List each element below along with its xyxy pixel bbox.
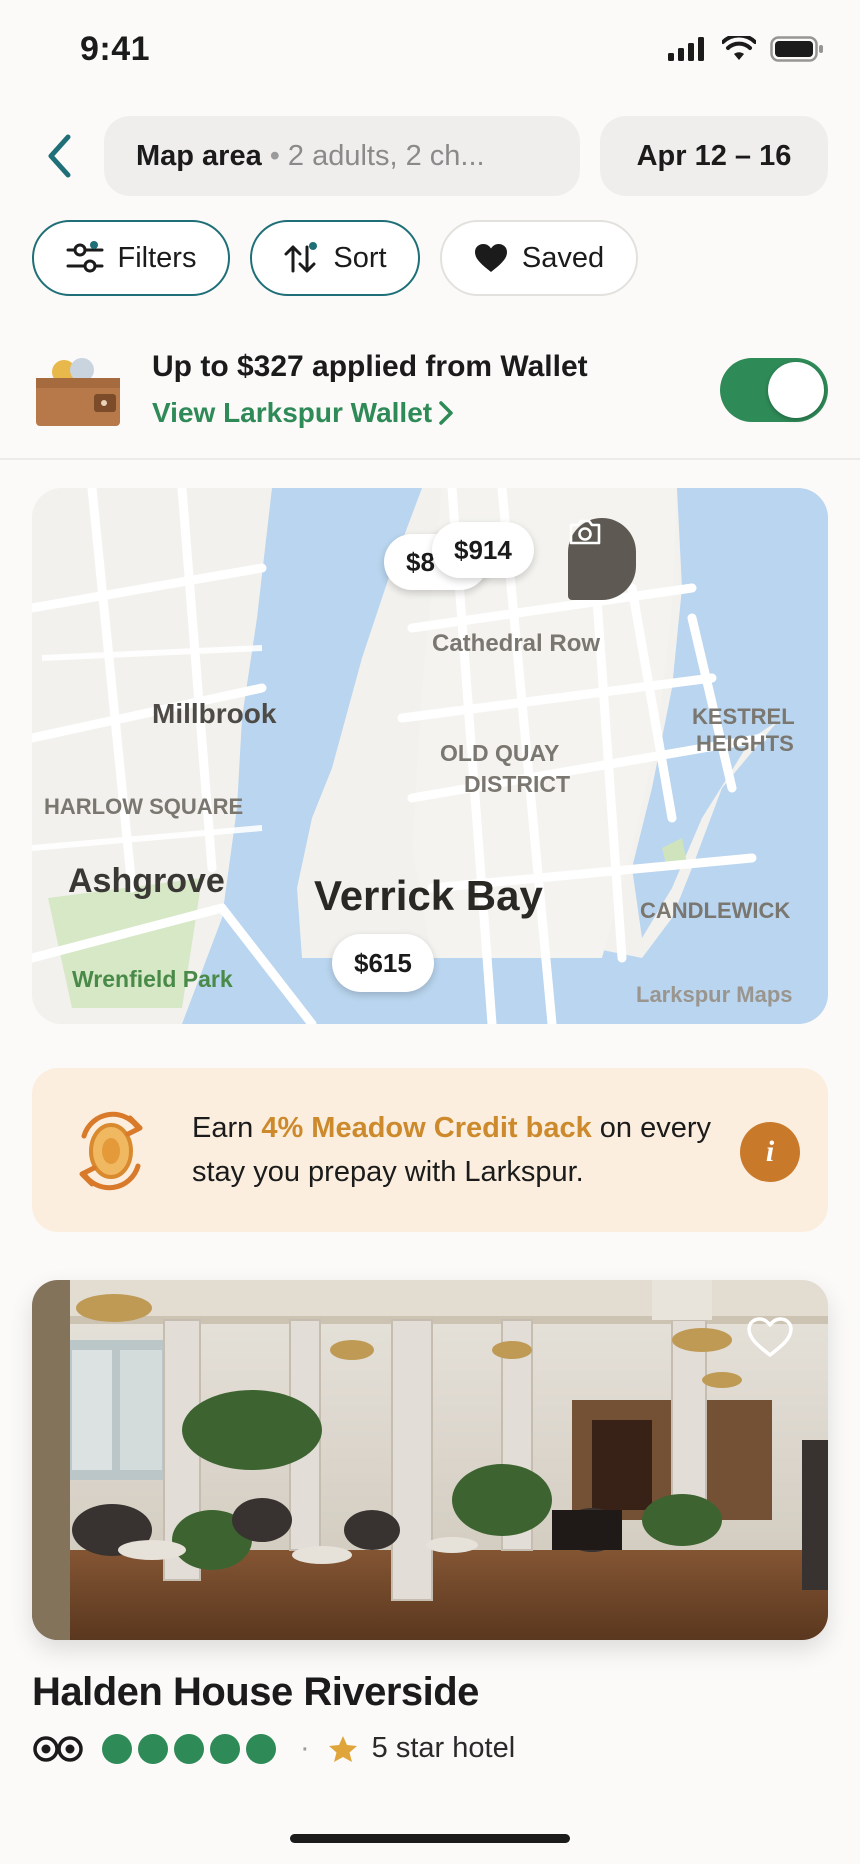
hotel-photo-image [32,1280,828,1640]
wallet-icon [34,356,122,428]
search-location: Map area [136,139,262,172]
rating-dot [210,1733,240,1764]
hotel-class: 5 star hotel [371,1732,516,1764]
map-label-verrick-bay: Verrick Bay [314,872,543,919]
map-label-kestrel-2: HEIGHTS [696,731,794,756]
status-time: 9:41 [80,30,151,68]
chevron-right-icon [439,401,453,425]
sort-label: Sort [333,241,387,274]
info-button[interactable]: i [740,1122,800,1182]
saved-button[interactable]: Saved [440,220,638,296]
map-label-cathedral-row: Cathedral Row [432,630,601,657]
photo-pin[interactable] [568,518,636,600]
credit-back-icon [79,1111,143,1191]
camera-icon [569,519,601,545]
rating-row: · 5 star hotel [32,1732,515,1765]
hotel-photo[interactable] [32,1280,828,1640]
divider [0,458,860,460]
tripadvisor-owl-icon [33,1735,83,1762]
filters-icon [66,241,104,273]
back-button[interactable] [40,128,80,184]
map-label-wrenfield-park: Wrenfield Park [72,966,233,992]
cellular-signal-icon [668,37,704,61]
search-separator: • [269,139,280,172]
star-icon [328,1735,357,1762]
home-indicator[interactable] [290,1834,570,1843]
promo-text: Earn 4% Meadow Credit back on every stay… [192,1106,752,1194]
credit-promo-banner: Earn 4% Meadow Credit back on every stay… [32,1068,828,1232]
map-label-old-quay-2: DISTRICT [464,771,571,797]
view-wallet-link[interactable]: View Larkspur Wallet [152,397,454,429]
rating-separator: · [300,1732,310,1764]
date-range-button[interactable]: Apr 12 – 16 [600,116,828,196]
filters-label: Filters [117,241,197,274]
rating-dots [102,1733,282,1764]
filters-button[interactable]: Filters [32,220,230,296]
map-view[interactable]: Cathedral Row Millbrook OLD QUAY DISTRIC… [32,488,828,1024]
promo-highlight: 4% Meadow Credit back [261,1112,592,1144]
map-label-kestrel-1: KESTREL [692,704,795,729]
rating-dot [246,1733,276,1764]
map-label-old-quay: OLD QUAY [440,740,559,767]
saved-label: Saved [521,241,605,274]
promo-earn: Earn [192,1112,254,1144]
chevron-left-icon [48,134,71,178]
map-label-millbrook: Millbrook [152,698,277,729]
map-label-old-quay-1: OLD QUAY [440,740,560,766]
rating-dot [174,1733,204,1764]
search-guests: 2 adults, 2 ch... [287,139,485,172]
map-label-harlow-square: HARLOW SQUARE [44,794,244,819]
price-pin-615[interactable]: $615 [332,934,434,992]
price-pin-914[interactable]: $914 [432,522,534,578]
rating-dot [138,1733,168,1764]
heart-filled-icon [474,244,507,272]
wallet-toggle[interactable] [720,358,828,422]
sort-button[interactable]: Sort [250,220,420,296]
wifi-icon [722,36,756,60]
map-attribution: Larkspur Maps [636,982,793,1007]
view-wallet-label: View Larkspur Wallet [152,397,433,428]
status-icons [668,36,824,62]
wallet-title: Up to $327 applied from Wallet [152,350,588,383]
heart-outline-icon [747,1317,793,1357]
map-label-ashgrove: Ashgrove [68,862,225,900]
rating-dot [102,1733,132,1764]
sort-icon [284,242,318,273]
battery-icon [770,36,823,62]
favorite-button[interactable] [746,1316,794,1363]
hotel-name[interactable]: Halden House Riverside [32,1670,479,1715]
map-label-candlewick: CANDLEWICK [640,898,791,923]
search-pill[interactable]: Map area • 2 adults, 2 ch... [104,116,580,196]
toggle-knob [768,362,824,418]
